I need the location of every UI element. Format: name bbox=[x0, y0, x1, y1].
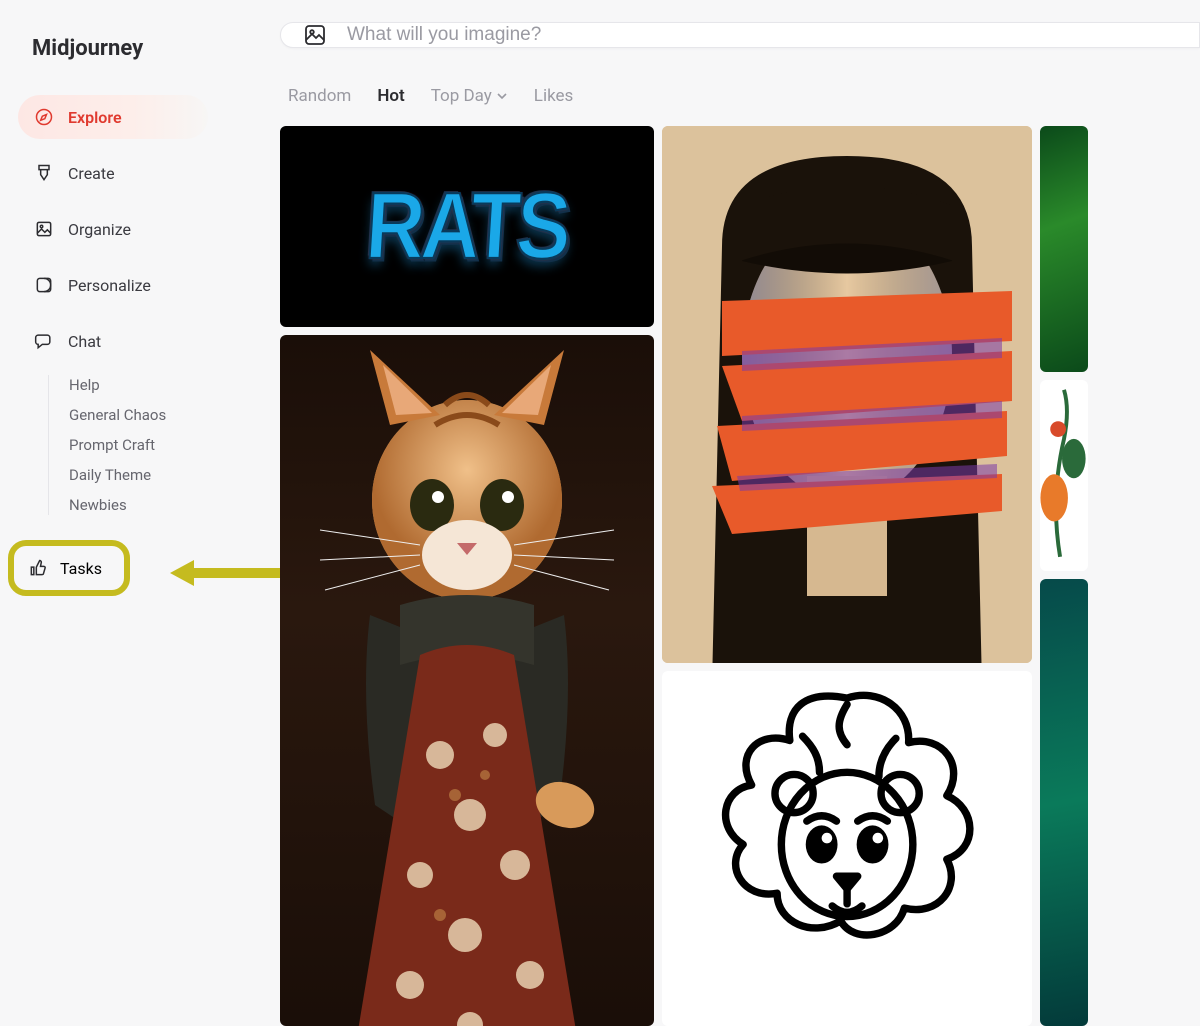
chat-sub-daily-theme[interactable]: Daily Theme bbox=[69, 465, 262, 485]
image-icon bbox=[34, 219, 54, 239]
shapes-icon bbox=[34, 275, 54, 295]
gallery-tile-green-landscape[interactable] bbox=[1040, 126, 1088, 372]
sidebar-item-create[interactable]: Create bbox=[18, 151, 262, 195]
main-content: Random Hot Top Day Likes RATS bbox=[280, 0, 1200, 900]
sidebar-item-organize[interactable]: Organize bbox=[18, 207, 262, 251]
gallery-tile-plant-illustration[interactable] bbox=[1040, 380, 1088, 572]
brush-icon bbox=[34, 163, 54, 183]
compass-icon bbox=[34, 107, 54, 127]
sidebar-item-label: Organize bbox=[68, 220, 131, 239]
filter-hot[interactable]: Hot bbox=[377, 86, 404, 106]
filter-top-day[interactable]: Top Day bbox=[431, 86, 508, 106]
gallery-tile-rats-logo[interactable]: RATS bbox=[280, 126, 654, 327]
gallery-tile-cat-dress[interactable] bbox=[280, 335, 654, 1026]
filter-likes[interactable]: Likes bbox=[534, 86, 574, 106]
chat-sub-help[interactable]: Help bbox=[69, 375, 262, 395]
chat-sub-prompt-craft[interactable]: Prompt Craft bbox=[69, 435, 262, 455]
filter-random[interactable]: Random bbox=[288, 86, 351, 106]
sidebar-item-explore[interactable]: Explore bbox=[18, 95, 208, 139]
thumbs-up-icon bbox=[28, 558, 48, 578]
sidebar-item-label: Chat bbox=[68, 332, 101, 351]
chat-sub-newbies[interactable]: Newbies bbox=[69, 495, 262, 515]
gallery-tile-lion-lineart[interactable] bbox=[662, 671, 1032, 1026]
chat-sublist: Help General Chaos Prompt Craft Daily Th… bbox=[48, 375, 262, 515]
brand-title: Midjourney bbox=[18, 36, 262, 61]
sidebar-item-chat[interactable]: Chat bbox=[18, 319, 262, 363]
sidebar-item-label: Personalize bbox=[68, 276, 151, 295]
sidebar: Midjourney Explore Create Organize Perso… bbox=[0, 0, 280, 900]
chat-icon bbox=[34, 331, 54, 351]
image-gallery: RATS bbox=[280, 126, 1200, 1026]
gallery-tile-teal-abstract[interactable] bbox=[1040, 579, 1088, 1026]
sidebar-item-tasks[interactable]: Tasks bbox=[8, 540, 130, 596]
sidebar-item-label: Tasks bbox=[60, 559, 102, 578]
prompt-bar[interactable] bbox=[280, 22, 1200, 48]
chevron-down-icon bbox=[496, 90, 508, 102]
prompt-input[interactable] bbox=[347, 24, 1177, 46]
sidebar-item-label: Explore bbox=[68, 108, 122, 127]
image-icon bbox=[303, 23, 327, 47]
annotation-arrow-icon bbox=[170, 558, 280, 588]
rats-wordmark: RATS bbox=[363, 173, 571, 281]
filter-row: Random Hot Top Day Likes bbox=[288, 86, 1200, 106]
chat-sub-general-chaos[interactable]: General Chaos bbox=[69, 405, 262, 425]
sidebar-item-label: Create bbox=[68, 164, 115, 183]
filter-label: Top Day bbox=[431, 86, 492, 106]
sidebar-item-personalize[interactable]: Personalize bbox=[18, 263, 262, 307]
gallery-tile-portrait-striped[interactable] bbox=[662, 126, 1032, 663]
tasks-highlight-box: Tasks bbox=[8, 540, 130, 596]
